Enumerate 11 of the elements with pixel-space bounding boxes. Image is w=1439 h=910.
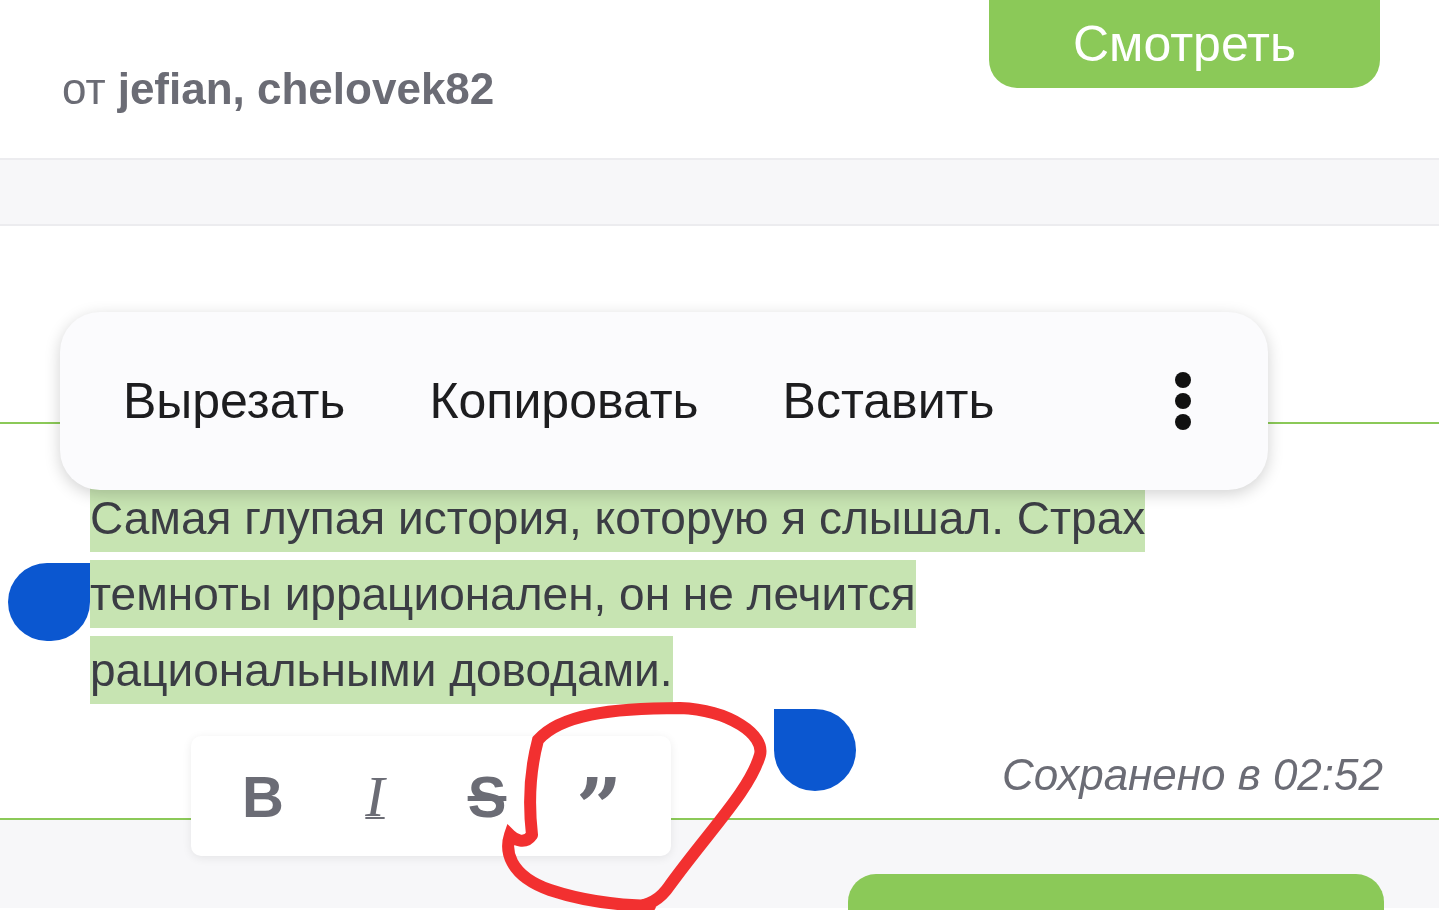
format-button[interactable]: I <box>335 756 415 836</box>
format-button[interactable]: ” <box>559 756 639 836</box>
saved-status: Сохранено в 02:52 <box>1001 749 1383 801</box>
menu-item[interactable]: Вырезать <box>123 363 346 439</box>
more-icon[interactable] <box>1173 370 1193 432</box>
author-prefix: от <box>62 63 106 115</box>
format-button[interactable]: B <box>223 756 303 836</box>
author-names: jefian, chelovek82 <box>117 63 495 115</box>
format-button[interactable]: S <box>447 756 527 836</box>
menu-item[interactable]: Вставить <box>782 363 995 439</box>
menu-item[interactable]: Копировать <box>429 363 699 439</box>
